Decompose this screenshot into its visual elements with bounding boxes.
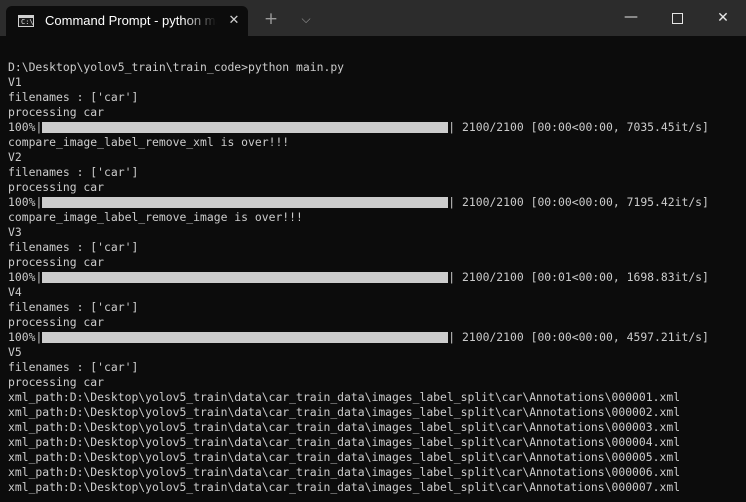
console-line: V2 bbox=[8, 150, 22, 164]
progress-bar bbox=[42, 122, 449, 133]
console-line: V3 bbox=[8, 225, 22, 239]
console-line: processing car bbox=[8, 105, 105, 119]
console-line: xml_path:D:\Desktop\yolov5_train\data\ca… bbox=[8, 405, 681, 419]
progress-bar bbox=[42, 272, 449, 283]
progress-percent: 100% bbox=[8, 270, 36, 284]
minimize-button[interactable]: — bbox=[608, 0, 654, 36]
title-bar: C:\ Command Prompt - python main.py ✕ + … bbox=[0, 0, 746, 36]
maximize-icon bbox=[672, 13, 683, 24]
progress-bar-fill bbox=[42, 332, 449, 343]
close-tab-icon[interactable]: ✕ bbox=[225, 12, 243, 30]
console-line: xml_path:D:\Desktop\yolov5_train\data\ca… bbox=[8, 420, 681, 434]
progress-percent: 100% bbox=[8, 330, 36, 344]
progress-line: 100%| | 2100/2100 [00:00<00:00, 7035.45it… bbox=[8, 120, 709, 134]
console-line: filenames : ['car'] bbox=[8, 360, 139, 374]
console-line: xml_path:D:\Desktop\yolov5_train\data\ca… bbox=[8, 465, 681, 479]
chevron-down-icon[interactable]: ⌵ bbox=[295, 8, 317, 30]
close-window-button[interactable]: ✕ bbox=[700, 0, 746, 36]
console-line: xml_path:D:\Desktop\yolov5_train\data\ca… bbox=[8, 480, 681, 494]
new-tab-button[interactable]: + bbox=[260, 8, 282, 30]
console-line: filenames : ['car'] bbox=[8, 90, 139, 104]
console-line: processing car bbox=[8, 180, 105, 194]
console-line: filenames : ['car'] bbox=[8, 240, 139, 254]
progress-line: 100%| | 2100/2100 [00:01<00:00, 1698.83it… bbox=[8, 270, 709, 284]
console-line: xml_path:D:\Desktop\yolov5_train\data\ca… bbox=[8, 450, 681, 464]
progress-percent: 100% bbox=[8, 120, 36, 134]
progress-bar bbox=[42, 332, 449, 343]
console-line: V1 bbox=[8, 75, 22, 89]
progress-stats: 2100/2100 [00:00<00:00, 7195.42it/s] bbox=[462, 195, 709, 209]
progress-line: 100%| | 2100/2100 [00:00<00:00, 4597.21it… bbox=[8, 330, 709, 344]
console-line: V4 bbox=[8, 285, 22, 299]
progress-stats: 2100/2100 [00:00<00:00, 7035.45it/s] bbox=[462, 120, 709, 134]
tab-command-prompt[interactable]: C:\ Command Prompt - python main.py ✕ bbox=[6, 6, 248, 36]
maximize-button[interactable] bbox=[654, 0, 700, 36]
console-line: D:\Desktop\yolov5_train\train_code>pytho… bbox=[8, 60, 345, 74]
progress-bar-fill bbox=[42, 197, 449, 208]
console-line: xml_path:D:\Desktop\yolov5_train\data\ca… bbox=[8, 390, 681, 404]
console-output[interactable]: D:\Desktop\yolov5_train\train_code>pytho… bbox=[0, 36, 746, 502]
console-line: processing car bbox=[8, 255, 105, 269]
progress-bar-fill bbox=[42, 122, 449, 133]
console-line: xml_path:D:\Desktop\yolov5_train\data\ca… bbox=[8, 435, 681, 449]
tab-title: Command Prompt - python main.py bbox=[45, 13, 217, 28]
console-line: processing car bbox=[8, 315, 105, 329]
progress-stats: 2100/2100 [00:00<00:00, 4597.21it/s] bbox=[462, 330, 709, 344]
console-line: processing car bbox=[8, 375, 105, 389]
console-line: filenames : ['car'] bbox=[8, 300, 139, 314]
progress-bar-fill bbox=[42, 272, 449, 283]
console-line: compare_image_label_remove_xml is over!!… bbox=[8, 135, 290, 149]
console-line: filenames : ['car'] bbox=[8, 165, 139, 179]
progress-stats: 2100/2100 [00:01<00:00, 1698.83it/s] bbox=[462, 270, 709, 284]
progress-bar bbox=[42, 197, 449, 208]
console-line: compare_image_label_remove_image is over… bbox=[8, 210, 303, 224]
cmd-icon: C:\ bbox=[18, 15, 34, 27]
progress-percent: 100% bbox=[8, 195, 36, 209]
console-line: V5 bbox=[8, 345, 22, 359]
progress-line: 100%| | 2100/2100 [00:00<00:00, 7195.42it… bbox=[8, 195, 709, 209]
